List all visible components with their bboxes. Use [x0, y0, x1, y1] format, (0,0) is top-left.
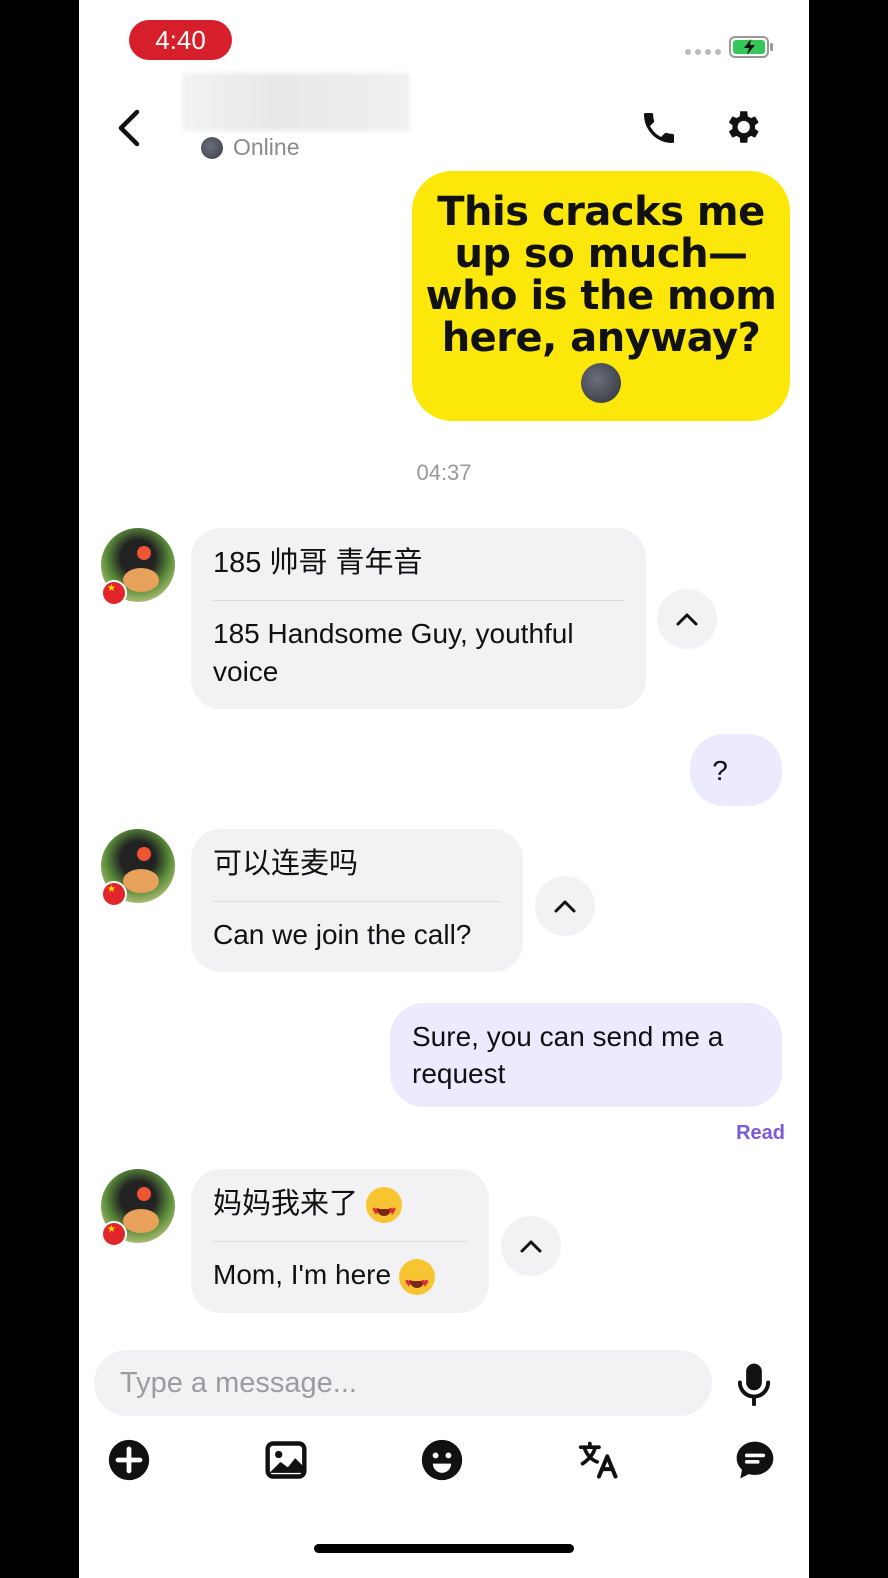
original-text-row: 妈妈我来了 — [213, 1185, 467, 1243]
status-time: 4:40 — [129, 20, 232, 60]
translated-text-row: Mom, I'm here — [213, 1242, 467, 1302]
message-timestamp: 04:37 — [416, 460, 472, 485]
incoming-message[interactable]: 185 帅哥 青年音 185 Handsome Guy, youthful vo… — [191, 528, 646, 709]
battery-icon — [729, 36, 773, 58]
chevron-up-icon — [554, 900, 576, 913]
chat-screen: 4:40 Online This cracks me up so much—wh… — [79, 0, 809, 1578]
chat-icon[interactable] — [733, 1438, 777, 1482]
original-text: 可以连麦吗 — [213, 845, 501, 902]
add-icon[interactable] — [107, 1438, 151, 1482]
moon-icon — [201, 136, 223, 159]
read-receipt: Read — [736, 1122, 785, 1144]
heart-eyes-emoji-icon — [398, 1258, 435, 1302]
image-icon[interactable] — [264, 1438, 308, 1482]
contact-avatar[interactable] — [101, 829, 175, 907]
outgoing-message[interactable]: ? — [690, 734, 782, 806]
home-indicator — [314, 1544, 574, 1553]
outgoing-sticker-message[interactable]: This cracks me up so much—who is the mom… — [412, 171, 790, 421]
message-text: ? — [712, 754, 728, 786]
microphone-icon[interactable] — [735, 1362, 773, 1406]
phone-call-icon[interactable] — [639, 108, 679, 148]
message-input[interactable] — [118, 1365, 712, 1401]
contact-name-redacted[interactable] — [182, 73, 410, 131]
chevron-up-icon — [520, 1240, 542, 1253]
incoming-message[interactable]: 可以连麦吗 Can we join the call? — [191, 829, 523, 972]
incoming-message[interactable]: 妈妈我来了 Mom, I'm here — [191, 1169, 489, 1313]
original-text: 185 帅哥 青年音 — [213, 544, 624, 601]
message-composer — [94, 1350, 712, 1416]
chevron-up-icon — [676, 613, 698, 626]
message-text: This cracks me up so much—who is the mom… — [425, 189, 777, 361]
translated-text: Can we join the call? — [213, 919, 472, 950]
translated-text: 185 Handsome Guy, youthful voice — [213, 618, 574, 687]
collapse-translation-button[interactable] — [535, 876, 595, 936]
translate-icon[interactable] — [577, 1438, 621, 1482]
emoji-icon[interactable] — [420, 1438, 464, 1482]
collapse-translation-button[interactable] — [501, 1216, 561, 1276]
heart-eyes-emoji-icon — [366, 1187, 403, 1230]
gear-icon[interactable] — [721, 106, 763, 148]
collapse-translation-button[interactable] — [657, 589, 717, 649]
moon-emoji-icon — [581, 363, 621, 403]
outgoing-message[interactable]: Sure, you can send me a request — [390, 1003, 782, 1107]
china-flag-icon — [101, 1221, 127, 1247]
presence-label: Online — [233, 134, 300, 160]
original-text: 妈妈我来了 — [213, 1188, 359, 1220]
china-flag-icon — [101, 881, 127, 907]
contact-avatar[interactable] — [101, 1169, 175, 1247]
back-chevron-icon[interactable] — [109, 106, 153, 150]
translated-text: Mom, I'm here — [213, 1259, 392, 1291]
contact-avatar[interactable] — [101, 528, 175, 606]
china-flag-icon — [101, 580, 127, 606]
signal-icon — [685, 49, 721, 55]
presence-status: Online — [201, 134, 299, 161]
message-text: Sure, you can send me a request — [412, 1021, 724, 1089]
